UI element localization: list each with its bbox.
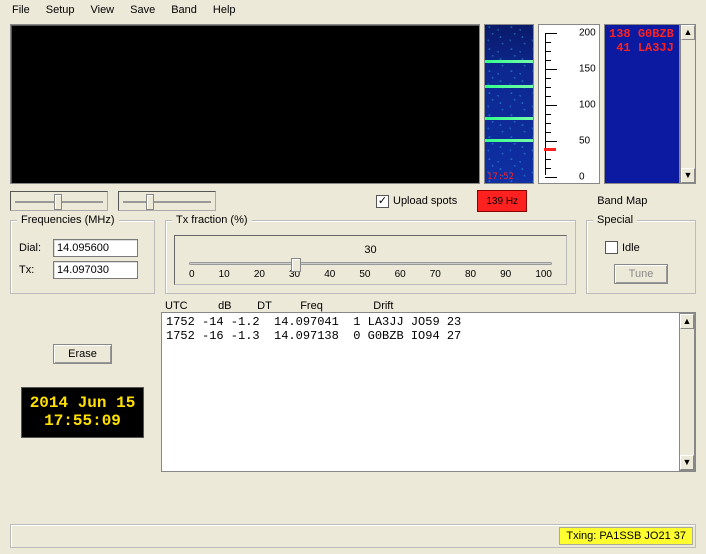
lower-row: Erase 2014 Jun 15 17:55:09 UTC dB DT Fre… xyxy=(10,300,696,472)
controls-row: ✓ Upload spots 139 Hz Band Map xyxy=(10,190,696,212)
dial-label: Dial: xyxy=(19,242,49,254)
idle-label: Idle xyxy=(622,242,640,254)
gain-slider-1[interactable] xyxy=(10,191,108,211)
top-region: 17:52 200 150 100 50 0 138 G0BZB 41 LA3J… xyxy=(10,24,696,184)
band-map-label: Band Map xyxy=(597,195,647,207)
menu-view[interactable]: View xyxy=(82,2,122,18)
scroll-down-icon[interactable]: ▼ xyxy=(681,168,695,183)
frequencies-group: Frequencies (MHz) Dial: Tx: xyxy=(10,220,155,294)
gain-slider-2[interactable] xyxy=(118,191,216,211)
spectrum-timestamp: 17:52 xyxy=(487,172,514,182)
menu-bar: File Setup View Save Band Help xyxy=(0,0,706,20)
decode-row: 1752 -16 -1.3 14.097138 0 G0BZB IO94 27 xyxy=(166,329,675,343)
dial-input[interactable] xyxy=(53,239,138,257)
special-group: Special Idle Tune xyxy=(586,220,696,294)
tx-label: Tx: xyxy=(19,264,49,276)
tx-input[interactable] xyxy=(53,261,138,279)
band-map[interactable]: 138 G0BZB 41 LA3JJ xyxy=(604,24,680,184)
menu-save[interactable]: Save xyxy=(122,2,163,18)
decode-scrollbar[interactable]: ▲ ▼ xyxy=(679,313,695,471)
tx-fraction-group: Tx fraction (%) 30 0 10 20 30 40 50 60 7… xyxy=(165,220,576,294)
decode-header: UTC dB DT Freq Drift xyxy=(161,300,696,312)
menu-file[interactable]: File xyxy=(4,2,38,18)
settings-row: Frequencies (MHz) Dial: Tx: Tx fraction … xyxy=(10,220,696,294)
tx-fraction-value: 30 xyxy=(189,244,552,256)
menu-help[interactable]: Help xyxy=(205,2,244,18)
band-map-scrollbar[interactable]: ▲ ▼ xyxy=(680,24,696,184)
scroll-down-icon[interactable]: ▼ xyxy=(680,455,694,470)
waterfall-display[interactable] xyxy=(10,24,480,184)
menu-band[interactable]: Band xyxy=(163,2,205,18)
tx-status: Txing: PA1SSB JO21 37 xyxy=(559,527,693,545)
erase-button[interactable]: Erase xyxy=(53,344,112,364)
upload-spots-label: Upload spots xyxy=(393,195,457,207)
scale-red-marker xyxy=(544,148,556,151)
upload-spots-checkbox[interactable]: ✓ xyxy=(376,195,389,208)
scroll-up-icon[interactable]: ▲ xyxy=(681,25,695,40)
clock-display: 2014 Jun 15 17:55:09 xyxy=(22,388,144,437)
frequency-scale: 200 150 100 50 0 xyxy=(538,24,600,184)
tune-button[interactable]: Tune xyxy=(614,264,669,284)
spectrum-display[interactable]: 17:52 xyxy=(484,24,534,184)
tx-fraction-slider[interactable] xyxy=(189,262,552,265)
idle-checkbox[interactable] xyxy=(605,241,618,254)
decode-list[interactable]: 1752 -14 -1.2 14.097041 1 LA3JJ JO59 231… xyxy=(162,313,679,471)
decode-row: 1752 -14 -1.2 14.097041 1 LA3JJ JO59 23 xyxy=(166,315,675,329)
tx-fraction-ticks: 0 10 20 30 40 50 60 70 80 90 100 xyxy=(189,269,552,280)
menu-setup[interactable]: Setup xyxy=(38,2,83,18)
hz-indicator: 139 Hz xyxy=(477,190,527,212)
scroll-up-icon[interactable]: ▲ xyxy=(680,314,694,329)
status-bar: Txing: PA1SSB JO21 37 xyxy=(10,524,696,548)
